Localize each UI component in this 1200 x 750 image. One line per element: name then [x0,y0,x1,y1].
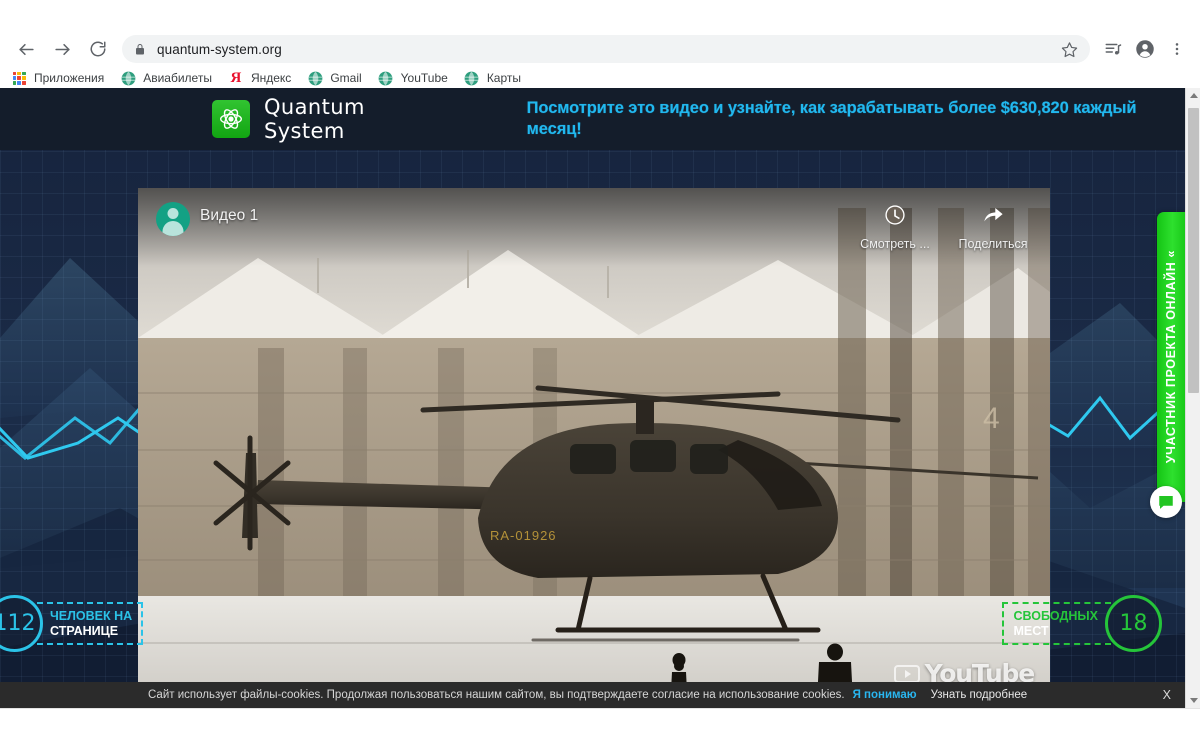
online-participants-tab[interactable]: УЧАСТНИК ПРОЕКТА ОНЛАЙН « [1157,212,1185,502]
slots-count-value: 18 [1119,611,1148,636]
scroll-up-arrow[interactable] [1186,88,1200,103]
clock-icon [884,202,906,228]
forward-button[interactable] [44,31,80,67]
globe-icon [378,70,394,86]
cookie-close-button[interactable]: X [1163,688,1171,702]
cookie-learn-more-link[interactable]: Узнать подробнее [931,689,1027,701]
atom-icon [212,100,250,138]
visitors-count-value: 112 [0,611,36,636]
video-frame-helicopter: 4 RA-01926 [138,188,1050,698]
bookmark-yandex[interactable]: Я Яндекс [228,68,298,88]
video-channel-avatar[interactable] [156,202,190,236]
apps-grid-icon [11,70,27,86]
youtube-play-icon [893,664,920,683]
video-title: Видео 1 [200,207,259,224]
yandex-icon: Я [230,69,242,86]
globe-icon [120,70,136,86]
slots-count-ring: 18 [1105,595,1162,652]
chat-bubble-icon [1159,496,1173,509]
slots-label-line2: МЕСТ [1013,623,1049,638]
globe-icon [307,70,323,86]
three-dots-menu-icon [1175,43,1179,55]
svg-text:4: 4 [983,402,1000,435]
reload-icon [90,41,106,57]
visitors-label-line2: СТРАНИЦЕ [50,623,119,638]
cookie-accept-button[interactable]: Я понимаю [853,689,917,701]
chat-widget-button[interactable] [1150,486,1182,518]
bookmark-label: Карты [486,71,522,85]
below-fold-area [0,708,1200,750]
brand-name: Quantum System [264,95,365,143]
bookmark-label: Авиабилеты [143,71,212,85]
cookie-consent-bar: Сайт использует файлы-cookies. Продолжая… [0,682,1185,708]
reload-button[interactable] [80,31,116,67]
lock-icon [134,43,146,56]
arrow-right-icon [54,43,70,55]
brand[interactable]: Quantum System [212,95,449,143]
visitors-counter: 112 ЧЕЛОВЕК НА СТРАНИЦЕ [0,595,144,652]
bookmarks-bar: Приложения Авиабилеты Я Яндекс Gmail You… [0,68,1200,88]
media-playlist-icon [1105,43,1122,55]
browser-navigation-bar: quantum-system.org [0,30,1200,68]
browser-chrome: quantum-system.org Приложения Авиабилеты… [0,0,1200,88]
bookmark-youtube[interactable]: YouTube [378,68,455,88]
url-text: quantum-system.org [157,41,282,57]
share-arrow-icon [981,202,1005,228]
bookmark-gmail[interactable]: Gmail [307,68,368,88]
bookmark-label: Яндекс [250,71,292,85]
profile-button[interactable] [1130,34,1160,64]
svg-text:RA-01926: RA-01926 [490,528,557,543]
online-participants-label: УЧАСТНИК ПРОЕКТА ОНЛАЙН « [1164,250,1178,464]
promo-headline: Посмотрите это видео и узнайте, как зара… [526,98,1137,138]
star-icon[interactable] [1061,41,1078,58]
bookmark-label: Gmail [330,71,362,85]
visitors-counter-label-box: ЧЕЛОВЕК НА СТРАНИЦЕ [37,601,144,646]
bookmark-apps[interactable]: Приложения [11,68,111,88]
profile-avatar-icon [1136,40,1154,58]
video-player[interactable]: 4 RA-01926 Видео 1 Смотреть ... Поделить… [138,188,1050,698]
visitors-label-line1: ЧЕЛОВЕК НА [50,608,133,623]
bookmark-label: Приложения [34,71,105,85]
scrollbar-thumb[interactable] [1188,108,1199,393]
available-slots-counter: СВОБОДНЫХ МЕСТ 18 [1002,595,1162,652]
globe-icon [464,70,480,86]
arrow-left-icon [18,43,34,55]
media-control-button[interactable] [1098,34,1128,64]
bookmark-aviabilety[interactable]: Авиабилеты [120,68,219,88]
page-viewport: Quantum System Посмотрите это видео и уз… [0,88,1185,708]
watch-later-button[interactable]: Смотреть ... [852,202,938,251]
browser-menu-button[interactable] [1162,34,1192,64]
tab-strip [0,0,1200,30]
back-button[interactable] [8,31,44,67]
watch-later-label: Смотреть ... [860,237,930,251]
share-label: Поделиться [958,237,1028,251]
bookmark-label: YouTube [400,71,448,85]
address-bar[interactable]: quantum-system.org [122,35,1090,63]
site-header: Quantum System Посмотрите это видео и уз… [0,88,1185,150]
page-scrollbar[interactable] [1185,88,1200,708]
bookmark-karty[interactable]: Карты [464,68,528,88]
slots-counter-label-box: СВОБОДНЫХ МЕСТ [1002,601,1111,646]
scroll-down-arrow[interactable] [1186,693,1200,708]
share-button[interactable]: Поделиться [950,202,1036,251]
slots-label-line1: СВОБОДНЫХ [1013,608,1098,623]
cookie-text: Сайт использует файлы-cookies. Продолжая… [148,689,845,701]
